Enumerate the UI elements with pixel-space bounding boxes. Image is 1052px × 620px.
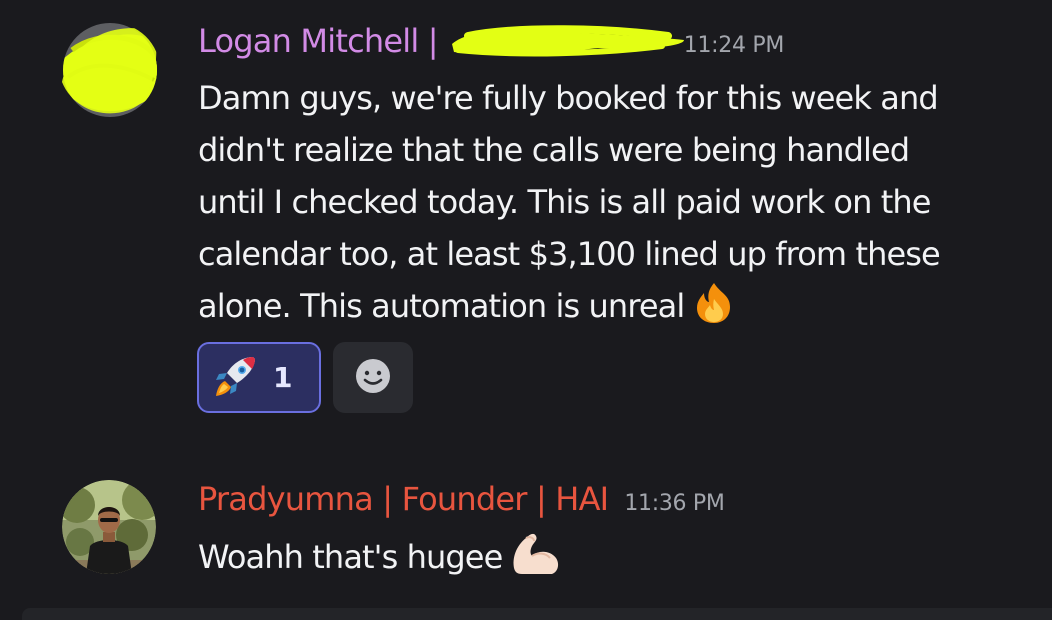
add-reaction-button[interactable] (333, 342, 413, 413)
avatar[interactable] (62, 480, 156, 574)
rocket-emoji-icon (213, 353, 259, 403)
composer-edge (22, 608, 1052, 620)
redacted-text (448, 22, 684, 57)
message-line: Woahh that's hugee (198, 538, 503, 576)
author-name[interactable]: Pradyumna | Founder | HAI (198, 480, 609, 518)
avatar[interactable] (60, 22, 160, 118)
message-last-line: Woahh that's hugee (198, 528, 1028, 591)
reaction-count: 1 (273, 361, 293, 394)
user-photo-icon (62, 480, 156, 574)
message-line: Damn guys, we're fully booked for this w… (198, 79, 939, 117)
fire-emoji-icon (690, 281, 738, 340)
author-name[interactable]: Logan Mitchell | (198, 22, 439, 60)
message-content: Woahh that's hugee (198, 528, 1028, 591)
smiley-icon (353, 356, 393, 400)
reactions-bar: 1 (197, 342, 413, 413)
message-content: Damn guys, we're fully booked for this w… (198, 72, 1028, 340)
message-header: Pradyumna | Founder | HAI 11:36 PM (198, 480, 725, 518)
message-line: calendar too, at least $3,100 lined up f… (198, 235, 941, 273)
message-line: until I checked today. This is all paid … (198, 183, 931, 221)
message-line: alone. This automation is unreal (198, 287, 685, 325)
message-line: didn't realize that the calls were being… (198, 131, 910, 169)
reaction-rocket[interactable]: 1 (197, 342, 321, 413)
flexed-biceps-emoji-icon (508, 528, 562, 591)
timestamp: 11:36 PM (624, 491, 725, 516)
message-last-line: alone. This automation is unreal (198, 280, 1028, 340)
message-header: Logan Mitchell | 11:24 PM (198, 22, 784, 60)
redacted-avatar-icon (62, 23, 157, 117)
timestamp: 11:24 PM (683, 33, 785, 58)
